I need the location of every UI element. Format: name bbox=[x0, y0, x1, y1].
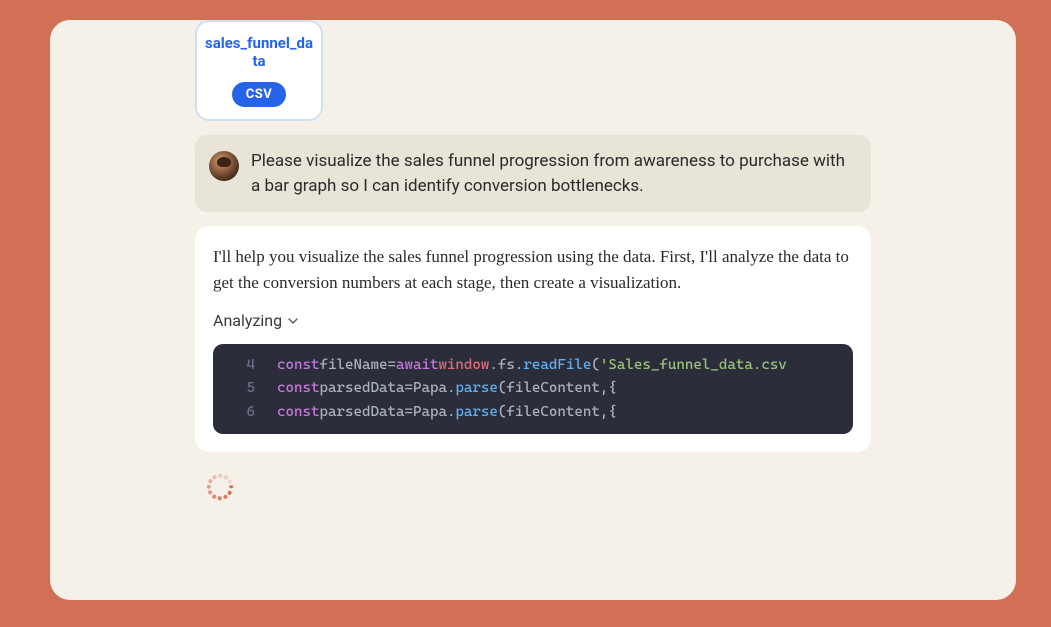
code-line: 5 const parsedData = Papa.parse(fileConte… bbox=[213, 377, 853, 400]
user-message-text: Please visualize the sales funnel progre… bbox=[251, 149, 851, 198]
line-number: 6 bbox=[227, 401, 255, 424]
code-block: 4 const fileName = await window.fs.readFi… bbox=[213, 344, 853, 434]
file-name: sales_funnel_data bbox=[205, 34, 313, 70]
file-type-badge: CSV bbox=[232, 82, 287, 107]
user-message: Please visualize the sales funnel progre… bbox=[195, 135, 871, 212]
line-number: 5 bbox=[227, 377, 255, 400]
code-content: const fileName = await window.fs.readFil… bbox=[277, 354, 787, 377]
code-line: 6 const parsedData = Papa.parse(fileConte… bbox=[213, 401, 853, 424]
line-number: 4 bbox=[227, 354, 255, 377]
code-content: const parsedData = Papa.parse(fileConten… bbox=[277, 401, 617, 424]
assistant-message-text: I'll help you visualize the sales funnel… bbox=[213, 244, 853, 295]
code-line: 4 const fileName = await window.fs.readFi… bbox=[213, 354, 853, 377]
file-attachment[interactable]: sales_funnel_data CSV bbox=[195, 20, 323, 121]
code-content: const parsedData = Papa.parse(fileConten… bbox=[277, 377, 617, 400]
loading-spinner-icon bbox=[207, 474, 233, 500]
analyzing-label: Analyzing bbox=[213, 311, 282, 330]
chevron-down-icon bbox=[288, 316, 298, 326]
assistant-message: I'll help you visualize the sales funnel… bbox=[195, 226, 871, 452]
chat-container: sales_funnel_data CSV Please visualize t… bbox=[50, 20, 1016, 600]
analyzing-toggle[interactable]: Analyzing bbox=[213, 311, 853, 330]
user-avatar bbox=[209, 151, 239, 181]
